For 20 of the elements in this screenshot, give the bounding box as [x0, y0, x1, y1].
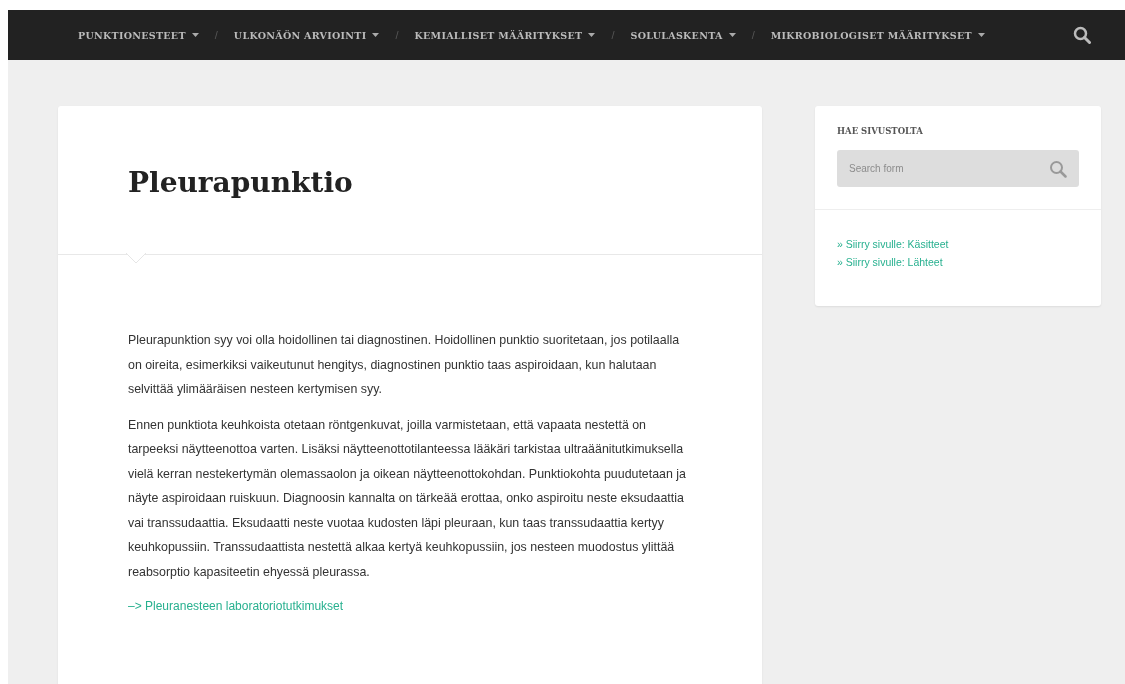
widget-heading: HAE SIVUSTOLTA — [837, 126, 924, 136]
nav-separator: / — [214, 29, 218, 41]
search-icon[interactable] — [1073, 26, 1091, 44]
caret-icon — [588, 33, 596, 37]
caret-icon — [728, 33, 736, 37]
paragraph: Pleurapunktion syy voi olla hoidollinen tai diagnostinen. Hoidollinen punktio suoritetaan, jos potilaalla on oireita, esimerkiksi vaikeutunut hengitys, diagnostinen punktio taas aspiroidaan, kun halutaan selvittää ylimääräisen nesteen kertymisen syy. — [128, 332, 681, 398]
caret-icon — [372, 33, 380, 37]
nav-menu-item[interactable]: ULKONÄÖN ARVIOINTI — [233, 29, 380, 41]
nav-menu-item[interactable]: SOLULASKENTA — [630, 29, 736, 41]
caret-icon — [977, 33, 985, 37]
nav-separator: / — [611, 29, 615, 41]
nav-menu-item[interactable]: MIKROBIOLOGISET MÄÄRITYKSET — [770, 29, 985, 41]
search-field[interactable]: Search form — [837, 150, 1079, 187]
nav-separator: / — [395, 29, 399, 41]
nav-menu-item[interactable]: PUNKTIONESTEET — [78, 29, 199, 41]
nav-separator: / — [751, 29, 755, 41]
caret-icon — [191, 33, 199, 37]
paragraph: Ennen punktiota keuhkoista otetaan röntgenkuvat, joilla varmistetaan, että vapaata nestettä on tarpeeksi näytteenottoa varten. Lisäksi näytteenottotilanteessa lääkäri tarkistaa ultraäänitutkimuksella vielä kerran nestekertymän olemassaolon ja oikean näytteenottokohdan. Punktiokohta puudutetaan ja näyte aspiroidaan ruiskuun. Diagnoosin kannalta on tärkeää erottaa, onko aspiroitu neste eksudaattia vai transsudaattia. Eksudaatti neste vuotaa kudosten läpi pleuraan, kun taas transsudaattia kertyy keuhkopussiin. Transsudaattista nestettä alkaa kertyä keuhkopussiin, jos nesteen muodostus ylittää reabsorptio kapasiteetin ehyessä pleurassa. — [128, 416, 687, 581]
page-title: Pleurapunktio — [127, 165, 354, 199]
nav-menu-item[interactable]: KEMIALLISET MÄÄRITYKSET — [414, 29, 596, 41]
